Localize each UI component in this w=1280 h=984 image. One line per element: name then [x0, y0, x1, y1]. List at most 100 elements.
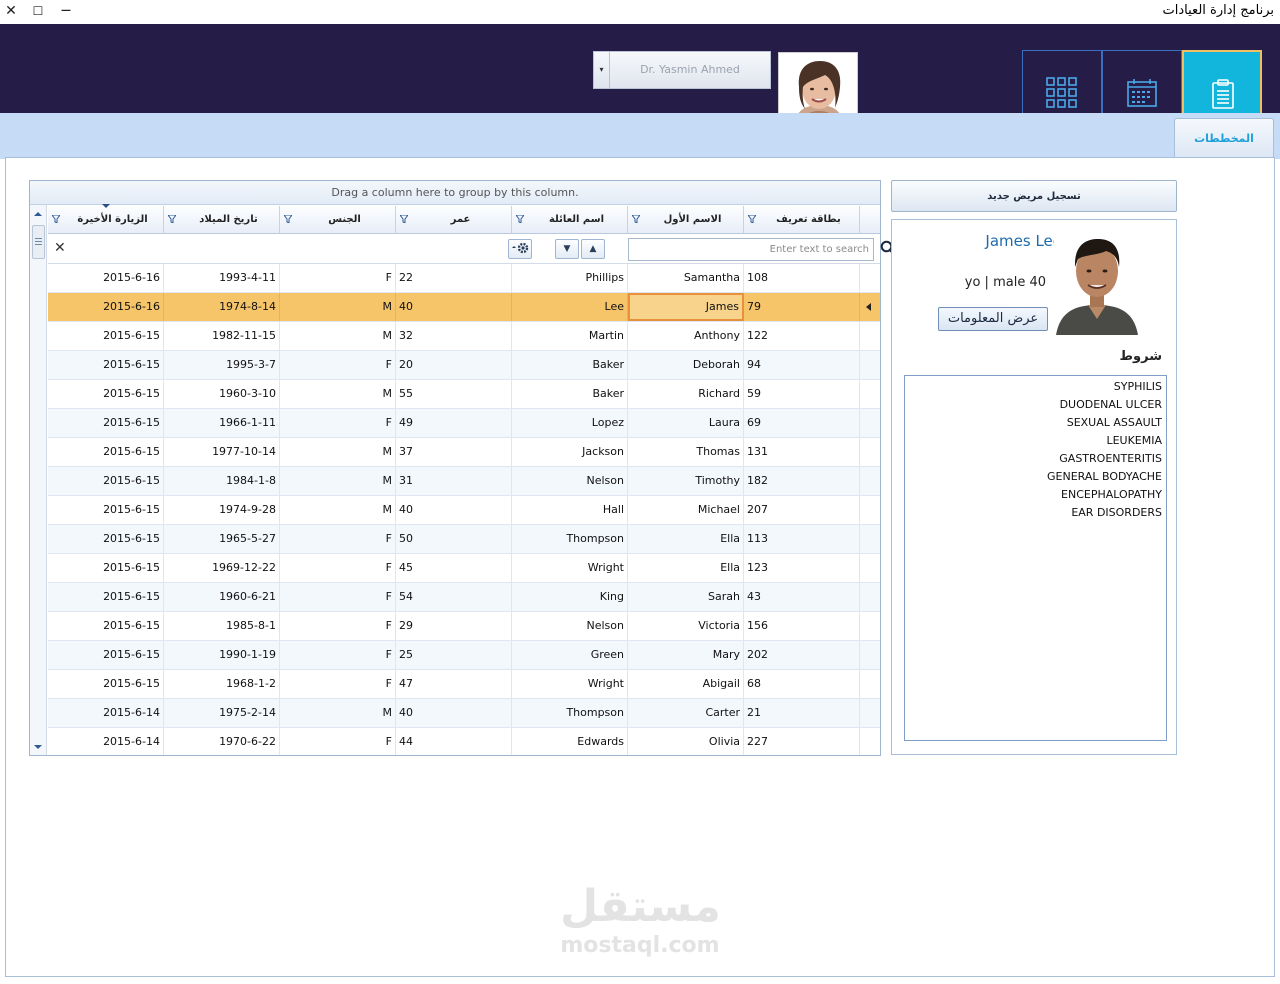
user-selector[interactable]: ▾ Dr. Yasmin Ahmed	[593, 51, 771, 89]
cell-first-name[interactable]: Mary	[628, 641, 744, 669]
table-row[interactable]: 2015-6-14 1970-6-22 F 44 Edwards Olivia 227	[48, 728, 880, 755]
cell-birth-date[interactable]: 1985-8-1	[164, 612, 280, 640]
cell-id[interactable]: 59	[744, 380, 860, 408]
cell-last-name[interactable]: Wright	[512, 670, 628, 698]
cell-id[interactable]: 227	[744, 728, 860, 755]
cell-gender[interactable]: M	[280, 293, 396, 321]
filter-icon[interactable]	[52, 215, 60, 223]
maximize-button[interactable]: ☐	[29, 2, 47, 20]
condition-item[interactable]: SEXUAL ASSAULT	[1047, 414, 1162, 432]
cell-age[interactable]: 50	[396, 525, 512, 553]
cell-last-name[interactable]: Hall	[512, 496, 628, 524]
minimize-button[interactable]: —	[57, 2, 75, 20]
cell-last-visit[interactable]: 2015-6-14	[48, 728, 164, 755]
cell-last-visit[interactable]: 2015-6-15	[48, 380, 164, 408]
cell-gender[interactable]: M	[280, 380, 396, 408]
cell-id[interactable]: 123	[744, 554, 860, 582]
cell-last-visit[interactable]: 2015-6-15	[48, 351, 164, 379]
cell-gender[interactable]: F	[280, 728, 396, 755]
search-input[interactable]: Enter text to search	[628, 238, 874, 261]
cell-gender[interactable]: F	[280, 351, 396, 379]
cell-last-name[interactable]: Martin	[512, 322, 628, 350]
cell-last-visit[interactable]: 2015-6-16	[48, 264, 164, 292]
cell-birth-date[interactable]: 1990-1-19	[164, 641, 280, 669]
cell-last-name[interactable]: King	[512, 583, 628, 611]
table-row[interactable]: 2015-6-15 1995-3-7 F 20 Baker Deborah 94	[48, 351, 880, 380]
cell-age[interactable]: 37	[396, 438, 512, 466]
column-header-birth-date[interactable]: تاريخ الميلاد	[164, 206, 280, 234]
filter-icon[interactable]	[516, 215, 524, 223]
cell-age[interactable]: 25	[396, 641, 512, 669]
show-info-button[interactable]: عرض المعلومات	[938, 307, 1048, 331]
condition-item[interactable]: DUODENAL ULCER	[1047, 396, 1162, 414]
cell-birth-date[interactable]: 1995-3-7	[164, 351, 280, 379]
cell-birth-date[interactable]: 1966-1-11	[164, 409, 280, 437]
table-row[interactable]: 2015-6-15 1960-6-21 F 54 King Sarah 43	[48, 583, 880, 612]
cell-age[interactable]: 22	[396, 264, 512, 292]
column-header-id[interactable]: بطاقة تعريف	[744, 206, 860, 234]
cell-last-name[interactable]: Phillips	[512, 264, 628, 292]
cell-last-name[interactable]: Green	[512, 641, 628, 669]
cell-last-name[interactable]: Edwards	[512, 728, 628, 755]
cell-first-name[interactable]: Sarah	[628, 583, 744, 611]
cell-last-visit[interactable]: 2015-6-15	[48, 525, 164, 553]
cell-age[interactable]: 45	[396, 554, 512, 582]
table-row[interactable]: 2015-6-15 1968-1-2 F 47 Wright Abigail 68	[48, 670, 880, 699]
cell-last-visit[interactable]: 2015-6-16	[48, 293, 164, 321]
cell-age[interactable]: 29	[396, 612, 512, 640]
cell-last-visit[interactable]: 2015-6-15	[48, 554, 164, 582]
cell-birth-date[interactable]: 1968-1-2	[164, 670, 280, 698]
chevron-down-icon[interactable]: ▾	[594, 52, 610, 88]
cell-last-visit[interactable]: 2015-6-15	[48, 496, 164, 524]
condition-item[interactable]: SYPHILIS	[1047, 378, 1162, 396]
table-row[interactable]: 2015-6-16 1974-8-14 M 40 Lee James 79	[48, 293, 880, 322]
table-row[interactable]: 2015-6-15 1985-8-1 F 29 Nelson Victoria 156	[48, 612, 880, 641]
cell-first-name[interactable]: Ella	[628, 554, 744, 582]
cell-id[interactable]: 43	[744, 583, 860, 611]
cell-last-visit[interactable]: 2015-6-15	[48, 583, 164, 611]
filter-icon[interactable]	[400, 215, 408, 223]
cell-last-name[interactable]: Lopez	[512, 409, 628, 437]
table-row[interactable]: 2015-6-15 1966-1-11 F 49 Lopez Laura 69	[48, 409, 880, 438]
cell-gender[interactable]: M	[280, 496, 396, 524]
group-panel[interactable]: Drag a column here to group by this colu…	[30, 181, 880, 205]
cell-last-visit[interactable]: 2015-6-15	[48, 438, 164, 466]
cell-gender[interactable]: F	[280, 612, 396, 640]
scroll-thumb[interactable]	[32, 225, 45, 259]
cell-gender[interactable]: M	[280, 322, 396, 350]
cell-age[interactable]: 20	[396, 351, 512, 379]
cell-age[interactable]: 47	[396, 670, 512, 698]
condition-item[interactable]: GASTROENTERITIS	[1047, 450, 1162, 468]
table-row[interactable]: 2015-6-15 1969-12-22 F 45 Wright Ella 123	[48, 554, 880, 583]
cell-gender[interactable]: M	[280, 699, 396, 727]
filter-icon[interactable]	[748, 215, 756, 223]
cell-id[interactable]: 131	[744, 438, 860, 466]
cell-last-name[interactable]: Baker	[512, 351, 628, 379]
cell-birth-date[interactable]: 1977-10-14	[164, 438, 280, 466]
conditions-list[interactable]: SYPHILIS DUODENAL ULCER SEXUAL ASSAULT LEUK…	[904, 375, 1167, 741]
cell-id[interactable]: 94	[744, 351, 860, 379]
cell-birth-date[interactable]: 1960-3-10	[164, 380, 280, 408]
condition-item[interactable]: ENCEPHALOPATHY	[1047, 486, 1162, 504]
cell-last-visit[interactable]: 2015-6-15	[48, 409, 164, 437]
cell-id[interactable]: 156	[744, 612, 860, 640]
cell-birth-date[interactable]: 1974-8-14	[164, 293, 280, 321]
cell-last-visit[interactable]: 2015-6-15	[48, 612, 164, 640]
column-header-gender[interactable]: الجنس	[280, 206, 396, 234]
table-row[interactable]: 2015-6-15 1982-11-15 M 32 Martin Anthony 122	[48, 322, 880, 351]
register-new-patient-button[interactable]: تسجيل مريض جديد	[891, 180, 1177, 212]
cell-id[interactable]: 113	[744, 525, 860, 553]
cell-birth-date[interactable]: 1984-1-8	[164, 467, 280, 495]
cell-birth-date[interactable]: 1965-5-27	[164, 525, 280, 553]
cell-birth-date[interactable]: 1960-6-21	[164, 583, 280, 611]
cell-id[interactable]: 122	[744, 322, 860, 350]
cell-last-name[interactable]: Nelson	[512, 612, 628, 640]
cell-first-name[interactable]: Deborah	[628, 351, 744, 379]
column-header-first-name[interactable]: الاسم الأول	[628, 206, 744, 234]
clear-search-icon[interactable]: ✕	[54, 240, 66, 256]
cell-age[interactable]: 40	[396, 293, 512, 321]
cell-id[interactable]: 21	[744, 699, 860, 727]
scroll-up-icon[interactable]	[34, 212, 42, 216]
cell-last-name[interactable]: Wright	[512, 554, 628, 582]
cell-age[interactable]: 32	[396, 322, 512, 350]
